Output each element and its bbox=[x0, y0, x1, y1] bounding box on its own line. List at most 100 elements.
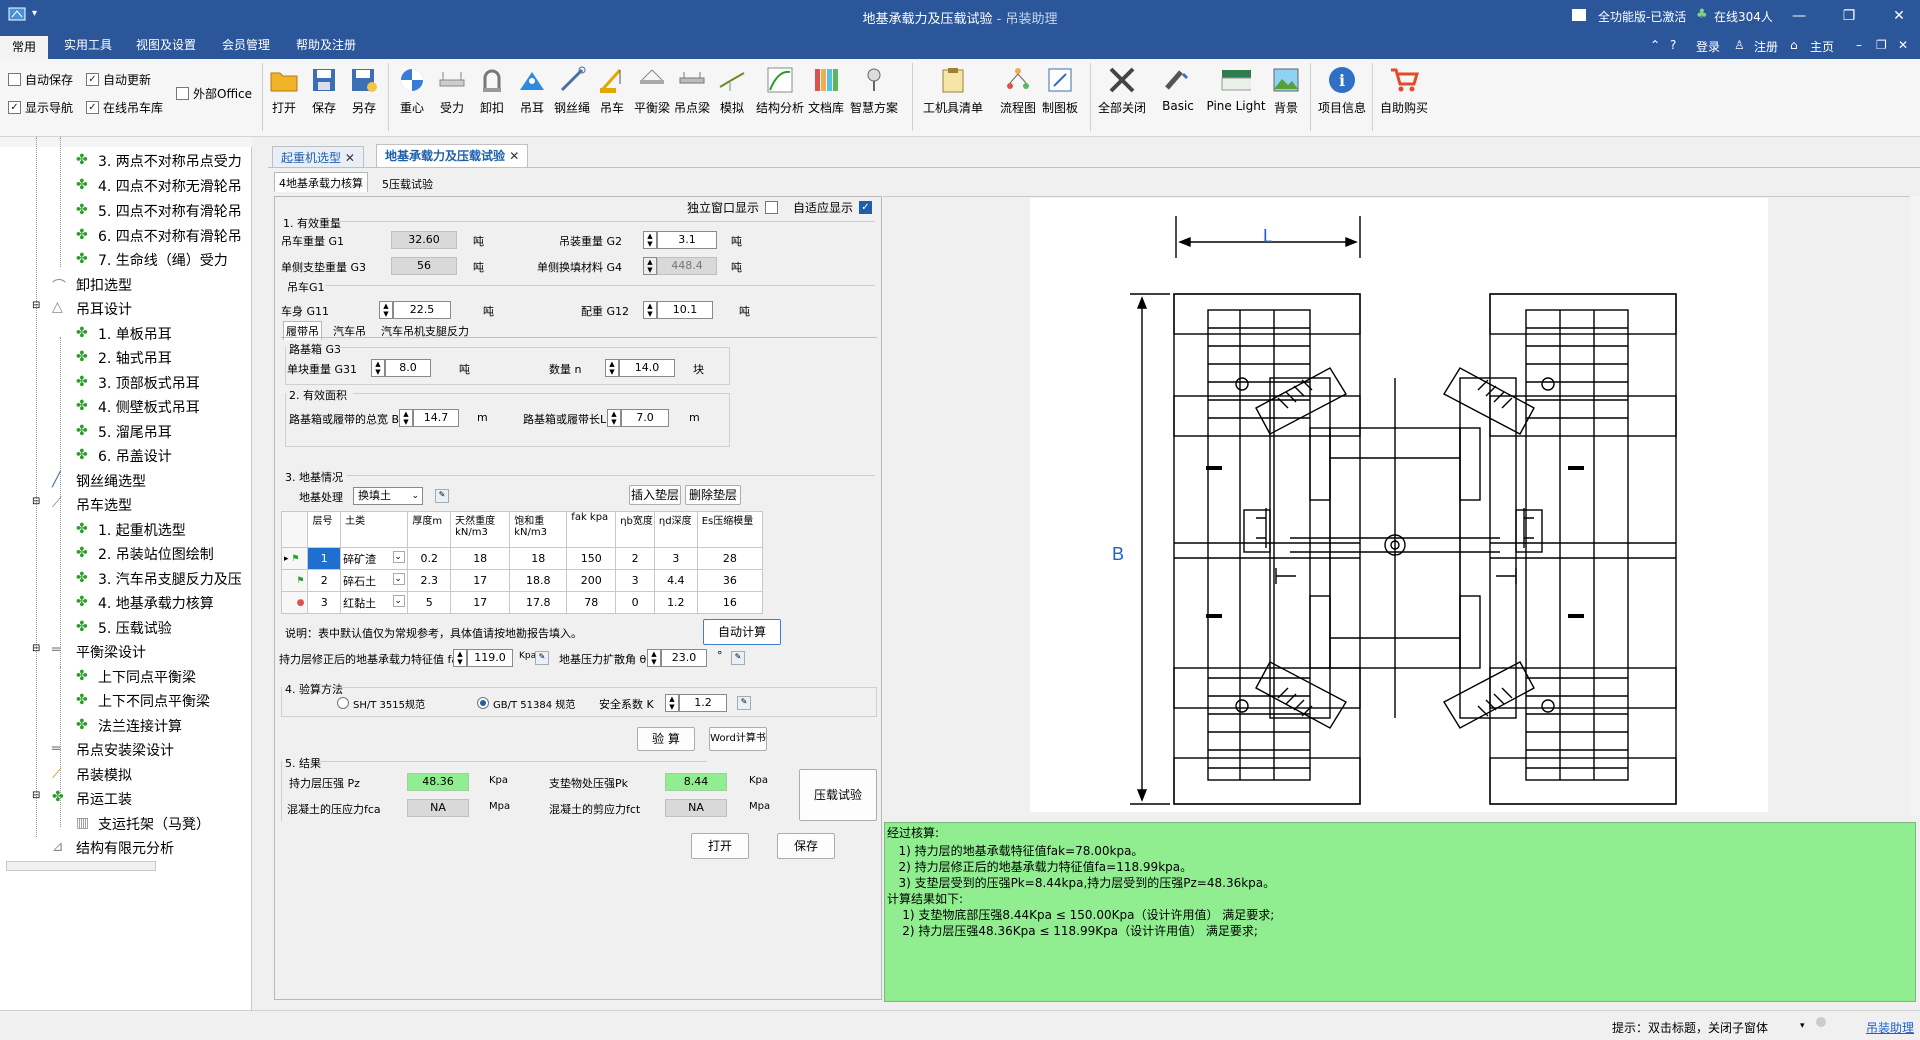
tree-item-same-point-beam[interactable]: ✤ 上下同点平衡梁 bbox=[76, 667, 196, 687]
save-file-button[interactable]: 保存 bbox=[777, 833, 835, 859]
b-spinner[interactable]: ▲ ▼ bbox=[399, 409, 413, 427]
home-icon[interactable]: ⌂ bbox=[1790, 38, 1798, 52]
center-of-gravity-button[interactable]: 重心 bbox=[392, 65, 432, 116]
l-spinner[interactable]: ▲ ▼ bbox=[607, 409, 621, 427]
chevron-down-icon[interactable]: ⌄ bbox=[393, 595, 406, 607]
project-info-button[interactable]: i 项目信息 bbox=[1316, 65, 1368, 116]
k-spinner[interactable]: ▲ ▼ bbox=[665, 694, 679, 712]
n-spinner[interactable]: ▲ ▼ bbox=[605, 359, 619, 377]
auto-calc-button[interactable]: 自动计算 bbox=[703, 619, 781, 645]
lifting-lug-button[interactable]: 吊耳 bbox=[512, 65, 552, 116]
tree-item-four-point-no-pulley[interactable]: ✤ 4. 四点不对称无滑轮吊 bbox=[76, 176, 242, 196]
help-icon[interactable]: ? bbox=[1670, 38, 1676, 52]
k-edit-icon[interactable]: ✎ bbox=[737, 696, 751, 710]
tree-item-wire-rope[interactable]: ╱ 钢丝绳选型 bbox=[52, 471, 146, 491]
autosave-checkbox[interactable]: 自动保存 bbox=[8, 71, 73, 88]
drawing-board-button[interactable]: 制图板 bbox=[1040, 65, 1080, 116]
tree-item-fea[interactable]: ⊿ 结构有限元分析 bbox=[52, 838, 174, 858]
tree-item-station-plot[interactable]: ✤ 2. 吊装站位图绘制 bbox=[76, 544, 214, 564]
crane-button[interactable]: 吊车 bbox=[592, 65, 632, 116]
delete-layer-button[interactable]: 删除垫层 bbox=[685, 485, 741, 505]
minimize-button[interactable]: — bbox=[1784, 4, 1814, 28]
adaptive-display-checkbox[interactable]: ✓ bbox=[859, 201, 872, 214]
tree-item-bearing-capacity[interactable]: ✤ 4. 地基承载力核算 bbox=[76, 593, 214, 613]
menu-tab-help[interactable]: 帮助及注册 bbox=[284, 32, 368, 59]
mdi-minimize-button[interactable]: – bbox=[1856, 38, 1862, 52]
register-link[interactable]: 注册 bbox=[1754, 38, 1778, 55]
wire-rope-button[interactable]: 钢丝绳 bbox=[552, 65, 592, 116]
tree-item-four-point-pulley-a[interactable]: ✤ 5. 四点不对称有滑轮吊 bbox=[76, 201, 242, 221]
l-input[interactable]: 7.0 bbox=[621, 409, 669, 427]
verify-button[interactable]: 验 算 bbox=[637, 727, 695, 751]
tree-item-lift-simulation[interactable]: ⟋ 吊装模拟 bbox=[52, 765, 132, 785]
collapse-ribbon-icon[interactable]: ⌃ bbox=[1650, 38, 1660, 52]
theta-input[interactable]: 23.0 bbox=[661, 649, 707, 667]
close-all-button[interactable]: 全部关闭 bbox=[1096, 65, 1148, 116]
fa-edit-icon[interactable]: ✎ bbox=[535, 651, 549, 665]
tree-item-four-point-pulley-b[interactable]: ✤ 6. 四点不对称有滑轮吊 bbox=[76, 226, 242, 246]
tree-item-balance-beam[interactable]: ⊟ ═ 平衡梁设计 bbox=[32, 642, 146, 662]
theme-pine-light-button[interactable]: Pine Light bbox=[1204, 65, 1268, 113]
independent-window-checkbox[interactable] bbox=[765, 201, 778, 214]
status-link[interactable]: 吊装助理 bbox=[1866, 1019, 1914, 1036]
load-test-button[interactable]: 压载试验 bbox=[799, 769, 877, 821]
force-button[interactable]: 受力 bbox=[432, 65, 472, 116]
close-button[interactable]: ✕ bbox=[1884, 4, 1914, 28]
tree-item-cover-design[interactable]: ✤ 6. 吊盖设计 bbox=[76, 446, 172, 466]
theme-basic-button[interactable]: Basic bbox=[1156, 65, 1200, 113]
tree-item-lug-design[interactable]: ⊟ △ 吊耳设计 bbox=[32, 299, 132, 319]
tree-item-outrigger-reaction[interactable]: ✤ 3. 汽车吊支腿反力及压 bbox=[76, 569, 242, 589]
self-purchase-button[interactable]: 自助购买 bbox=[1378, 65, 1430, 116]
tool-list-button[interactable]: 工机具清单 bbox=[922, 65, 984, 116]
status-dropdown-icon[interactable]: ▾ bbox=[1800, 1021, 1805, 1031]
n-input[interactable]: 14.0 bbox=[619, 359, 675, 377]
open-button[interactable]: 打开 bbox=[264, 65, 304, 116]
g12-spinner[interactable]: ▲ ▼ bbox=[643, 301, 657, 319]
smart-plan-button[interactable]: 智慧方案 bbox=[846, 65, 902, 116]
tree-item-support-bracket[interactable]: ▥ 支运托架（马凳） bbox=[76, 814, 210, 834]
menu-tab-common[interactable]: 常用 bbox=[0, 36, 49, 59]
g2-spinner[interactable]: ▲ ▼ bbox=[643, 231, 657, 249]
shackle-button[interactable]: 卸扣 bbox=[472, 65, 512, 116]
external-office-checkbox[interactable]: 外部Office bbox=[176, 85, 252, 102]
user-icon[interactable]: ♙ bbox=[1734, 38, 1745, 52]
treatment-edit-icon[interactable]: ✎ bbox=[435, 489, 449, 503]
tree-item-transport-tooling[interactable]: ⊟ ✤ 吊运工装 bbox=[32, 789, 132, 809]
mdi-close-button[interactable]: ✕ bbox=[1898, 38, 1908, 52]
show-nav-checkbox[interactable]: ✓ 显示导航 bbox=[8, 99, 73, 116]
fa-spinner[interactable]: ▲ ▼ bbox=[453, 649, 467, 667]
spreader-beam-button[interactable]: 平衡梁 bbox=[632, 65, 672, 116]
chevron-down-icon[interactable]: ⌄ bbox=[393, 551, 406, 563]
word-report-button[interactable]: Word计算书 bbox=[709, 727, 767, 751]
tree-item-tailing-lug[interactable]: ✤ 5. 溜尾吊耳 bbox=[76, 422, 172, 442]
method-gb-radio[interactable] bbox=[477, 697, 489, 709]
doc-tab-crane-selection[interactable]: 起重机选型 ✕ bbox=[272, 146, 364, 168]
doc-library-button[interactable]: 文档库 bbox=[806, 65, 846, 116]
lifting-beam-button[interactable]: 吊点梁 bbox=[672, 65, 712, 116]
autoupdate-checkbox[interactable]: ✓ 自动更新 bbox=[86, 71, 151, 88]
tree-item-shaft-lug[interactable]: ✤ 2. 轴式吊耳 bbox=[76, 348, 172, 368]
tree-item-two-point-asym[interactable]: ✤ 3. 两点不对称吊点受力 bbox=[76, 151, 242, 171]
table-row[interactable]: ⚑ 2 碎石土 ⌄ 2.3 17 18.8 200 3 4.4 36 bbox=[280, 569, 764, 592]
chevron-down-icon[interactable]: ⌄ bbox=[393, 573, 406, 585]
g11-input[interactable]: 22.5 bbox=[393, 301, 451, 319]
tree-item-shackle-selection[interactable]: ⌒ 卸扣选型 bbox=[52, 275, 132, 295]
background-button[interactable]: 背景 bbox=[1266, 65, 1306, 116]
save-as-button[interactable]: 另存 bbox=[344, 65, 384, 116]
structure-analysis-button[interactable]: 结构分析 bbox=[754, 65, 806, 116]
home-link[interactable]: 主页 bbox=[1810, 38, 1834, 55]
menu-tab-view[interactable]: 视图及设置 bbox=[124, 32, 208, 59]
doc-tab-bearing-capacity[interactable]: 地基承载力及压载试验 ✕ bbox=[376, 144, 529, 168]
tree-item-flange-calc[interactable]: ✤ 法兰连接计算 bbox=[76, 716, 182, 736]
theta-spinner[interactable]: ▲ ▼ bbox=[647, 649, 661, 667]
tree-item-load-test[interactable]: ✤ 5. 压载试验 bbox=[76, 618, 172, 638]
g31-input[interactable]: 8.0 bbox=[385, 359, 431, 377]
open-file-button[interactable]: 打开 bbox=[691, 833, 749, 859]
online-crane-lib-checkbox[interactable]: ✓ 在线吊车库 bbox=[86, 99, 163, 116]
tab-load-test[interactable]: 5压载试验 bbox=[378, 174, 437, 192]
table-row[interactable]: ▸ ⚑ 1 碎矿渣 ⌄ 0.2 18 18 150 2 3 28 bbox=[280, 547, 764, 570]
g31-spinner[interactable]: ▲ ▼ bbox=[371, 359, 385, 377]
tree-item-plate-lug[interactable]: ✤ 1. 单板吊耳 bbox=[76, 324, 172, 344]
tree-item-diff-point-beam[interactable]: ✤ 上下不同点平衡梁 bbox=[76, 691, 210, 711]
simulation-button[interactable]: 模拟 bbox=[712, 65, 752, 116]
